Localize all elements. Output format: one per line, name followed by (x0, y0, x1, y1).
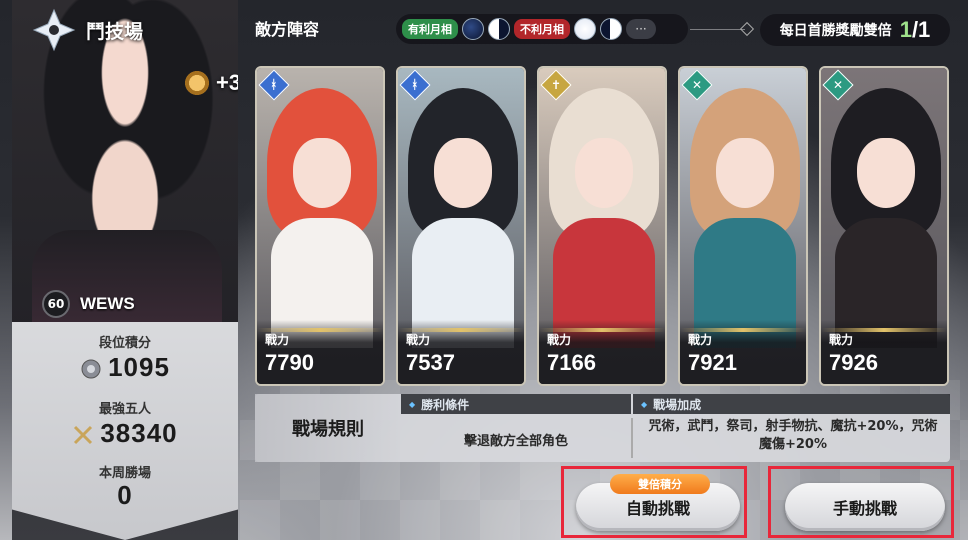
power-label: 戰力 (688, 333, 713, 347)
power-value: 7537 (406, 350, 455, 375)
power-label: 戰力 (547, 333, 572, 347)
arena-title: 鬥技場 (86, 20, 144, 43)
power-value: 7166 (547, 350, 596, 375)
power-value: 7926 (829, 350, 878, 375)
enemy-card-4[interactable]: ✕ 戰力 7921 (678, 66, 808, 386)
enemy-card-5[interactable]: ✕ 戰力 7926 (819, 66, 949, 386)
rules-divider (631, 418, 633, 458)
rank-points-label: 段位積分 (98, 336, 151, 351)
card-face (716, 138, 774, 208)
top-five-label: 最強五人 (98, 402, 151, 417)
power-label: 戰力 (829, 333, 854, 347)
rank-point-icon (81, 359, 101, 379)
card-face (857, 138, 915, 208)
daily-bonus-current: 1 (899, 17, 912, 42)
stats-card: 段位積分 1095 最強五人 38340 本周勝場 0 (12, 322, 238, 540)
power-label: 戰力 (406, 333, 431, 347)
double-points-badge: 雙倍積分 (610, 474, 710, 494)
card-face (575, 138, 633, 208)
top-five-row: 38340 (12, 418, 238, 449)
waning-moon-icon (600, 18, 622, 40)
divider-line (690, 29, 745, 30)
enemy-card-3[interactable]: ✝ 戰力 7166 (537, 66, 667, 386)
weekly-wins-value: 0 (117, 480, 133, 510)
card-face (434, 138, 492, 208)
weekly-wins-label: 本周勝場 (98, 466, 151, 481)
player-info: 60 WEWS (42, 290, 135, 318)
daily-bonus-total: /1 (911, 17, 931, 42)
enemy-card-1[interactable]: ᚼ 戰力 7790 (255, 66, 385, 386)
win-condition-header: 勝利條件 (401, 394, 631, 414)
more-moons-button[interactable]: ··· (626, 19, 656, 39)
new-moon-icon (462, 18, 484, 40)
daily-bonus-count: 1/1 (900, 17, 931, 43)
player-level: 60 (42, 290, 70, 318)
arena-header: 鬥技場 (32, 8, 144, 52)
battle-bonus-header: 戰場加成 (633, 394, 950, 414)
card-face (293, 138, 351, 208)
favorable-moon-tag: 有利月相 (402, 19, 458, 39)
rank-emblem-icon (182, 70, 212, 96)
moon-phase-bar[interactable]: 有利月相 不利月相 ··· (396, 14, 688, 44)
unfavorable-moon-tag: 不利月相 (514, 19, 570, 39)
player-panel: 鬥技場 +3 60 WEWS 段位積分 1095 最強五人 38340 本周勝場… (12, 0, 238, 540)
battle-bonus-text: 咒術，武鬥，祭司，射手物抗、魔抗+20%，咒術魔傷+20% (648, 419, 938, 452)
sword-cross-icon (74, 426, 93, 445)
full-moon-icon (574, 18, 596, 40)
battle-rules-panel: 戰場規則 勝利條件 戰場加成 擊退敵方全部角色 咒術，武鬥，祭司，射手物抗、魔抗… (255, 394, 950, 462)
enemy-lineup-label: 敵方陣容 (255, 20, 320, 39)
win-condition-text: 擊退敵方全部角色 (463, 434, 568, 449)
power-label: 戰力 (265, 333, 290, 347)
power-value: 7921 (688, 350, 737, 375)
manual-challenge-button[interactable]: 手動挑戰 (785, 483, 945, 531)
half-moon-icon (488, 18, 510, 40)
rank-bonus: +3 (216, 70, 238, 95)
power-value: 7790 (265, 350, 314, 375)
rank-points-row: 1095 (12, 352, 238, 383)
battle-rules-title: 戰場規則 (255, 394, 401, 462)
rank-badge[interactable]: +3 (182, 70, 238, 96)
player-name: WEWS (80, 294, 135, 313)
arena-logo-icon (32, 8, 76, 52)
enemy-card-2[interactable]: ᚼ 戰力 7537 (396, 66, 526, 386)
rank-points-value: 1095 (108, 352, 170, 382)
top-five-value: 38340 (100, 418, 178, 448)
daily-first-win-bonus: 每日首勝獎勵雙倍 1/1 (760, 14, 950, 46)
daily-bonus-label: 每日首勝獎勵雙倍 (779, 23, 892, 39)
